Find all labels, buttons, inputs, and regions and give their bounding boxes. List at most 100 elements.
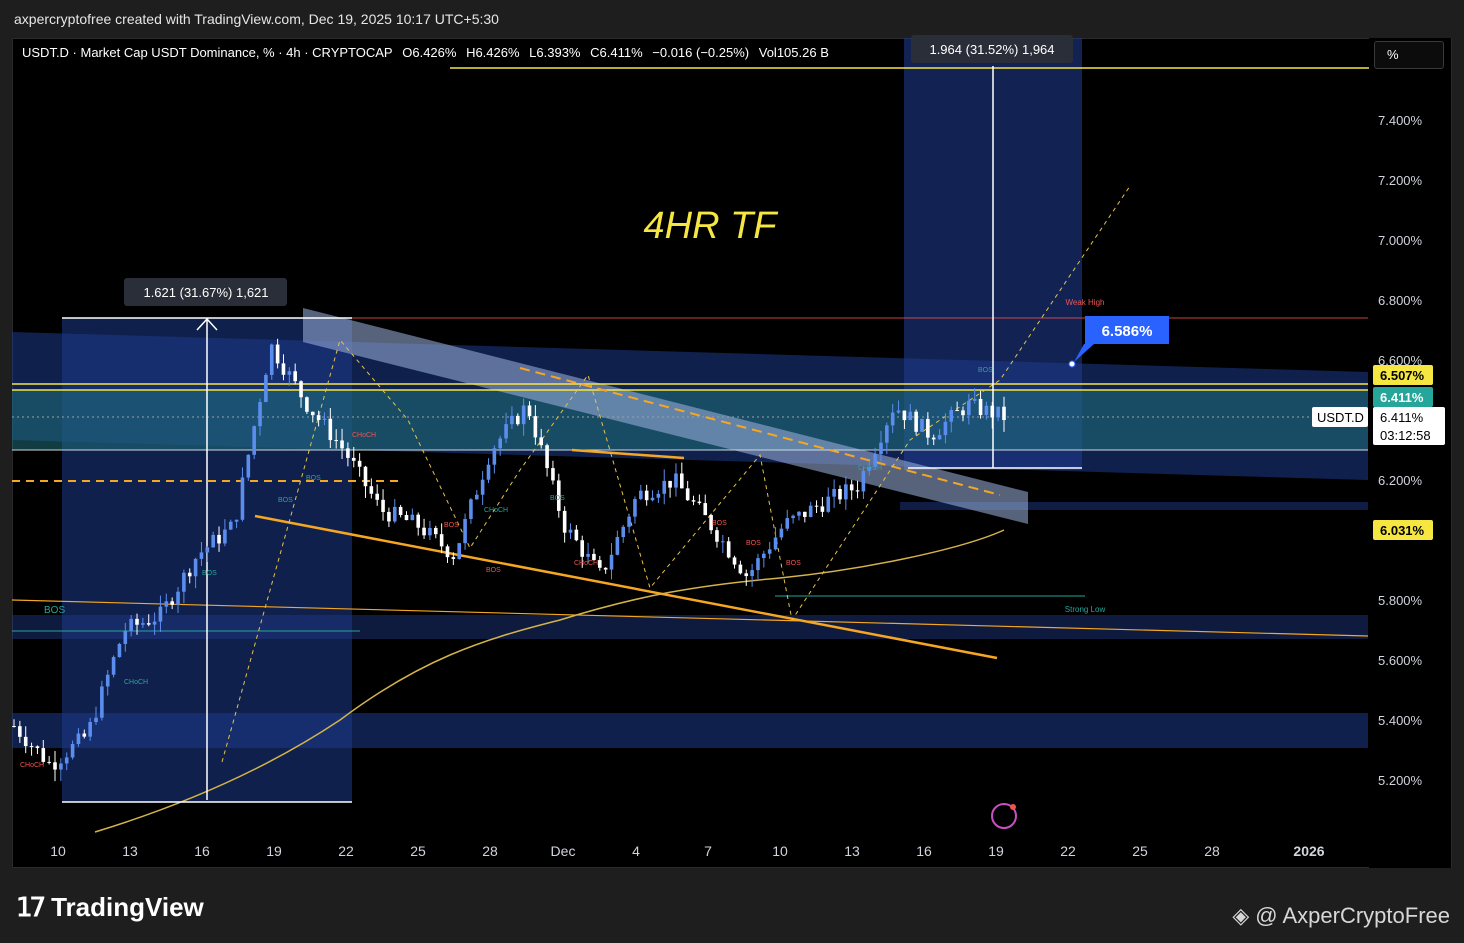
candle-body[interactable] (662, 480, 667, 494)
candle-body[interactable] (762, 553, 766, 559)
candle-body[interactable] (351, 457, 356, 461)
candle-body[interactable] (246, 454, 251, 478)
candle-body[interactable] (715, 530, 719, 542)
candle-body[interactable] (639, 490, 643, 500)
candle-body[interactable] (328, 418, 333, 441)
candle-body[interactable] (281, 363, 286, 375)
candle-body[interactable] (568, 529, 573, 533)
candle-body[interactable] (428, 527, 432, 536)
candle-body[interactable] (814, 505, 819, 507)
candle-body[interactable] (996, 406, 1000, 418)
candle-body[interactable] (984, 405, 989, 416)
candle-body[interactable] (152, 621, 157, 625)
candle-body[interactable] (29, 746, 34, 748)
candle-body[interactable] (205, 547, 210, 553)
candle-body[interactable] (621, 526, 626, 538)
candle-body[interactable] (668, 480, 672, 488)
candle-body[interactable] (791, 515, 795, 519)
candle-body[interactable] (920, 418, 924, 432)
candle-body[interactable] (738, 564, 743, 574)
candle-body[interactable] (59, 763, 63, 770)
candle-body[interactable] (580, 540, 585, 557)
candle-body[interactable] (574, 529, 579, 541)
candle-body[interactable] (170, 601, 174, 605)
candle-body[interactable] (381, 499, 385, 512)
candle-body[interactable] (176, 591, 180, 605)
candle-body[interactable] (803, 511, 807, 517)
candle-body[interactable] (767, 549, 772, 554)
candle-body[interactable] (961, 410, 965, 416)
candle-body[interactable] (721, 541, 725, 543)
candle-body[interactable] (223, 529, 227, 544)
candle-body[interactable] (820, 506, 825, 512)
candle-body[interactable] (844, 484, 848, 500)
candle-body[interactable] (978, 398, 983, 416)
candle-body[interactable] (627, 516, 631, 527)
candle-body[interactable] (633, 499, 637, 517)
candle-body[interactable] (838, 489, 842, 500)
candle-body[interactable] (111, 657, 116, 675)
candle-body[interactable] (70, 743, 75, 758)
candle-body[interactable] (756, 558, 760, 571)
candle-body[interactable] (656, 493, 661, 498)
candle-body[interactable] (141, 623, 145, 625)
candle-body[interactable] (346, 448, 350, 458)
candle-body[interactable] (674, 473, 678, 488)
candle-body[interactable] (855, 490, 860, 492)
symbol-name[interactable]: USDT.D · Market Cap USDT Dominance, % · … (22, 45, 393, 60)
candle-body[interactable] (463, 518, 467, 544)
candle-body[interactable] (158, 606, 163, 622)
candle-body[interactable] (47, 761, 51, 763)
candle-body[interactable] (486, 464, 491, 480)
candle-body[interactable] (879, 442, 883, 455)
candle-body[interactable] (685, 488, 690, 501)
candle-body[interactable] (322, 418, 327, 420)
candle-body[interactable] (105, 674, 110, 687)
candle-body[interactable] (902, 410, 907, 421)
candle-body[interactable] (363, 466, 368, 487)
candle-body[interactable] (398, 506, 403, 515)
candle-body[interactable] (228, 521, 233, 530)
candle-body[interactable] (135, 618, 139, 625)
candle-body[interactable] (808, 505, 813, 517)
candle-body[interactable] (955, 410, 959, 412)
candle-body[interactable] (146, 623, 151, 625)
candle-body[interactable] (18, 726, 22, 737)
candle-body[interactable] (457, 543, 462, 559)
candle-body[interactable] (439, 534, 444, 547)
candle-body[interactable] (164, 601, 169, 607)
candle-body[interactable] (340, 440, 344, 449)
tradingview-logo[interactable]: 𝟣𝟩 TradingView (16, 892, 204, 923)
candle-body[interactable] (586, 553, 590, 557)
candle-body[interactable] (82, 733, 87, 737)
candle-body[interactable] (269, 344, 274, 375)
candle-body[interactable] (849, 484, 854, 491)
candle-body[interactable] (433, 527, 438, 535)
candle-body[interactable] (914, 411, 918, 432)
candle-body[interactable] (926, 418, 930, 438)
candle-body[interactable] (334, 440, 338, 442)
chart-canvas[interactable]: 7.400%7.200%7.000%6.800%6.600%6.200%5.80… (0, 0, 1464, 943)
candle-body[interactable] (521, 405, 526, 425)
candle-body[interactable] (644, 490, 649, 501)
candle-body[interactable] (392, 506, 397, 522)
candle-body[interactable] (545, 445, 549, 469)
candle-body[interactable] (779, 528, 784, 538)
candle-body[interactable] (410, 514, 415, 521)
candle-body[interactable] (562, 510, 567, 533)
candle-body[interactable] (123, 631, 128, 644)
candle-body[interactable] (193, 558, 198, 577)
candle-body[interactable] (387, 511, 391, 522)
candle-body[interactable] (94, 717, 98, 723)
candle-body[interactable] (199, 552, 204, 559)
candle-body[interactable] (603, 567, 608, 570)
candle-body[interactable] (861, 470, 866, 492)
candle-body[interactable] (826, 496, 831, 512)
candle-body[interactable] (744, 573, 749, 577)
candle-body[interactable] (264, 374, 268, 403)
candle-body[interactable] (492, 448, 497, 465)
candle-body[interactable] (504, 424, 508, 439)
candle-body[interactable] (88, 722, 92, 737)
candle-body[interactable] (12, 726, 16, 727)
candle-body[interactable] (703, 503, 708, 516)
